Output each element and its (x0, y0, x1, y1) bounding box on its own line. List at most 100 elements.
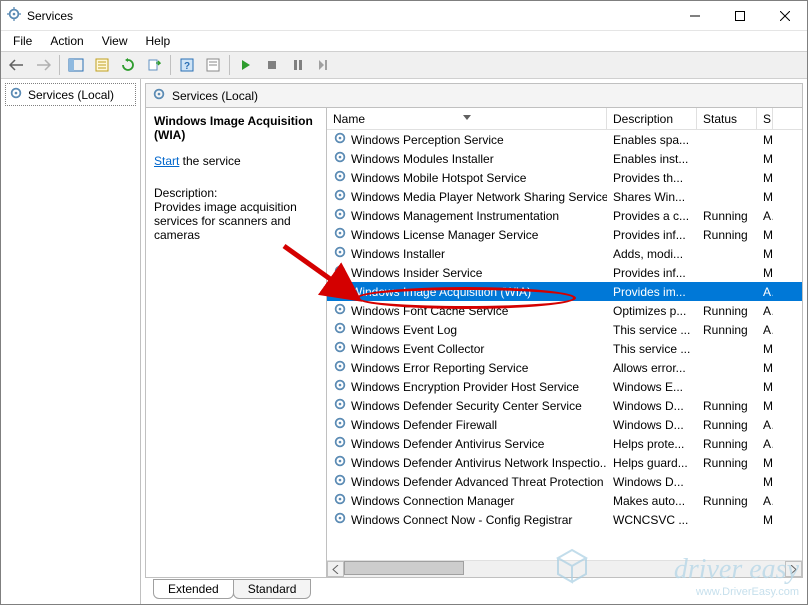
content-title: Services (Local) (172, 89, 258, 103)
service-description: Windows D... (607, 399, 697, 413)
service-row[interactable]: Windows Font Cache ServiceOptimizes p...… (327, 301, 802, 320)
pause-service-button[interactable] (286, 53, 310, 77)
service-startup: M (757, 190, 773, 204)
tree-item-services-local[interactable]: Services (Local) (5, 83, 136, 106)
service-name: Windows Event Collector (351, 342, 484, 356)
maximize-button[interactable] (717, 1, 762, 30)
service-name: Windows Defender Antivirus Network Inspe… (351, 456, 607, 470)
scroll-left-button[interactable] (327, 561, 344, 577)
column-name[interactable]: Name (327, 108, 607, 129)
service-description: Allows error... (607, 361, 697, 375)
detail-pane: Windows Image Acquisition (WIA) Start th… (146, 108, 326, 577)
column-description[interactable]: Description (607, 108, 697, 129)
scroll-right-button[interactable] (785, 561, 802, 577)
service-description: Enables inst... (607, 152, 697, 166)
gear-icon (333, 245, 347, 262)
service-row[interactable]: Windows Defender Security Center Service… (327, 396, 802, 415)
gear-icon (333, 321, 347, 338)
gear-icon (333, 511, 347, 528)
gear-icon (333, 416, 347, 433)
list-rows[interactable]: Windows Perception ServiceEnables spa...… (327, 130, 802, 560)
service-row[interactable]: Windows Connect Now - Config RegistrarWC… (327, 510, 802, 529)
nav-back-button[interactable] (5, 53, 29, 77)
service-row[interactable]: Windows Management InstrumentationProvid… (327, 206, 802, 225)
content-body: Windows Image Acquisition (WIA) Start th… (146, 108, 802, 577)
show-hide-tree-button[interactable] (64, 53, 88, 77)
service-row[interactable]: Windows License Manager ServiceProvides … (327, 225, 802, 244)
menu-file[interactable]: File (5, 32, 40, 50)
tree-item-label: Services (Local) (28, 88, 114, 102)
close-button[interactable] (762, 1, 807, 30)
titlebar: Services (1, 1, 807, 31)
column-status[interactable]: Status (697, 108, 757, 129)
service-row[interactable]: Windows Defender Antivirus ServiceHelps … (327, 434, 802, 453)
service-description: This service ... (607, 342, 697, 356)
service-startup: A (757, 285, 773, 299)
content-pane: Services (Local) Windows Image Acquisiti… (141, 79, 807, 604)
service-status: Running (697, 304, 757, 318)
service-description: Adds, modi... (607, 247, 697, 261)
export-list-button[interactable] (142, 53, 166, 77)
minimize-button[interactable] (672, 1, 717, 30)
scroll-thumb[interactable] (344, 561, 464, 575)
service-row[interactable]: Windows Perception ServiceEnables spa...… (327, 130, 802, 149)
gear-icon (333, 378, 347, 395)
service-description: Windows D... (607, 475, 697, 489)
service-name: Windows Mobile Hotspot Service (351, 171, 526, 185)
gear-icon (333, 492, 347, 509)
gear-icon (333, 207, 347, 224)
nav-forward-button[interactable] (31, 53, 55, 77)
selected-service-name: Windows Image Acquisition (WIA) (154, 114, 318, 142)
stop-service-button[interactable] (260, 53, 284, 77)
service-row[interactable]: Windows InstallerAdds, modi...M (327, 244, 802, 263)
content-header: Services (Local) (146, 84, 802, 108)
service-name: Windows Connect Now - Config Registrar (351, 513, 572, 527)
column-s-label: S (763, 112, 771, 126)
service-name: Windows Image Acquisition (WIA) (351, 285, 531, 299)
service-description: Windows E... (607, 380, 697, 394)
service-startup: M (757, 171, 773, 185)
service-name: Windows License Manager Service (351, 228, 538, 242)
help2-button[interactable] (201, 53, 225, 77)
service-row[interactable]: Windows Insider ServiceProvides inf...M (327, 263, 802, 282)
service-row[interactable]: Windows Defender Antivirus Network Inspe… (327, 453, 802, 472)
service-description: Optimizes p... (607, 304, 697, 318)
service-row[interactable]: Windows Event CollectorThis service ...M (327, 339, 802, 358)
service-description: Helps prote... (607, 437, 697, 451)
service-row[interactable]: Windows Encryption Provider Host Service… (327, 377, 802, 396)
service-row[interactable]: Windows Defender FirewallWindows D...Run… (327, 415, 802, 434)
service-row[interactable]: Windows Modules InstallerEnables inst...… (327, 149, 802, 168)
service-row[interactable]: Windows Defender Advanced Threat Protect… (327, 472, 802, 491)
service-row[interactable]: Windows Mobile Hotspot ServiceProvides t… (327, 168, 802, 187)
menu-action[interactable]: Action (42, 32, 91, 50)
column-startup[interactable]: S (757, 108, 773, 129)
help-button[interactable]: ? (175, 53, 199, 77)
service-row[interactable]: Windows Image Acquisition (WIA) Provides … (327, 282, 802, 301)
window-controls (672, 1, 807, 30)
tab-standard[interactable]: Standard (233, 579, 312, 599)
service-startup: M (757, 380, 773, 394)
service-startup: A (757, 304, 773, 318)
service-row[interactable]: Windows Error Reporting ServiceAllows er… (327, 358, 802, 377)
menu-view[interactable]: View (94, 32, 136, 50)
restart-service-button[interactable] (312, 53, 336, 77)
service-description: Provides im... (607, 285, 697, 299)
service-row[interactable]: Windows Event LogThis service ...Running… (327, 320, 802, 339)
start-service-button[interactable] (234, 53, 258, 77)
service-name: Windows Defender Advanced Threat Protect… (351, 475, 607, 489)
horizontal-scrollbar[interactable] (327, 560, 802, 577)
refresh-button[interactable] (116, 53, 140, 77)
service-row[interactable]: Windows Connection ManagerMakes auto...R… (327, 491, 802, 510)
service-startup: A (757, 418, 773, 432)
tab-extended[interactable]: Extended (153, 579, 234, 599)
start-service-link[interactable]: Start (154, 154, 179, 168)
service-description: Shares Win... (607, 190, 697, 204)
properties-button[interactable] (90, 53, 114, 77)
list-header: Name Description Status S (327, 108, 802, 130)
menu-help[interactable]: Help (138, 32, 179, 50)
service-startup: M (757, 399, 773, 413)
service-name: Windows Media Player Network Sharing Ser… (351, 190, 607, 204)
service-row[interactable]: Windows Media Player Network Sharing Ser… (327, 187, 802, 206)
scroll-track[interactable] (344, 561, 785, 577)
gear-icon (333, 226, 347, 243)
